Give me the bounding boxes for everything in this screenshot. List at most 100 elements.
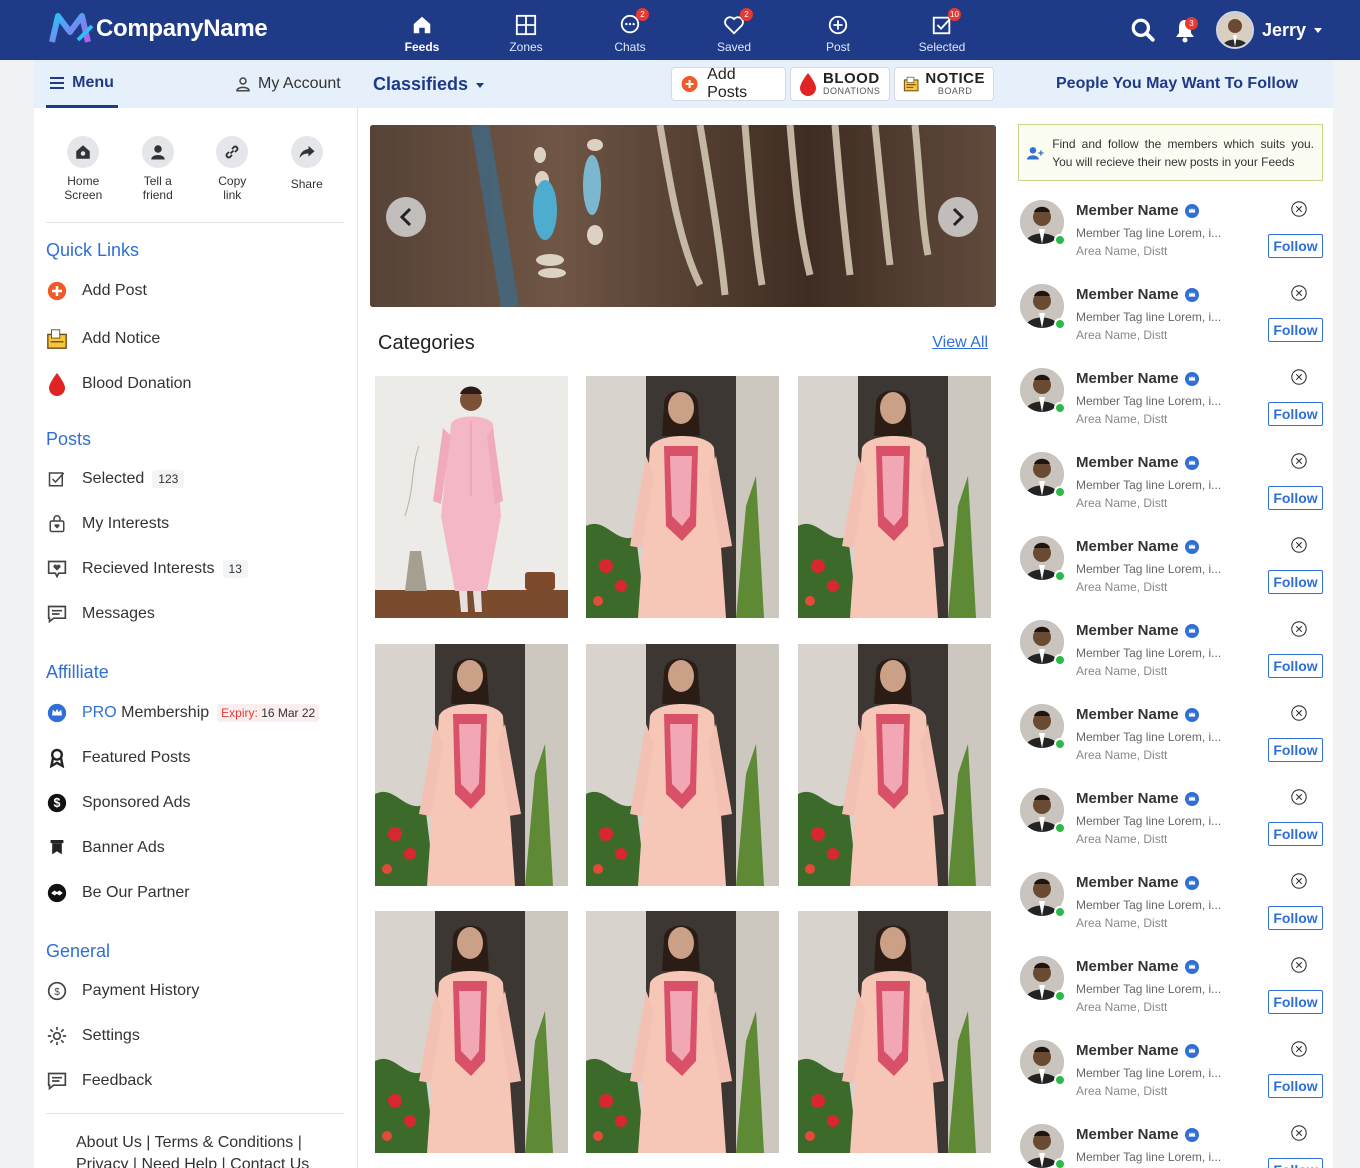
member-area: Area Name, Distt: [1076, 580, 1168, 594]
nav-post[interactable]: Post: [786, 0, 890, 60]
category-tile[interactable]: [586, 911, 779, 1153]
feedback-icon: [46, 1070, 68, 1092]
sidebar-item-blood-donation[interactable]: Blood Donation: [46, 369, 191, 399]
nav-selected[interactable]: Selected 10: [890, 0, 994, 60]
member-name[interactable]: Member Name: [1076, 286, 1199, 303]
dismiss-icon[interactable]: [1290, 536, 1308, 554]
follow-button[interactable]: Follow: [1268, 990, 1323, 1014]
dismiss-icon[interactable]: [1290, 368, 1308, 386]
nav-feeds[interactable]: Feeds: [370, 0, 474, 60]
sidebar-item-add-notice[interactable]: Add Notice: [46, 324, 160, 354]
member-name[interactable]: Member Name: [1076, 706, 1199, 723]
follow-button[interactable]: Follow: [1268, 654, 1323, 678]
sidebar-item-payment-history[interactable]: $ Payment History: [46, 976, 199, 1006]
sidebar-item-selected[interactable]: Selected 123: [46, 464, 185, 494]
member-name[interactable]: Member Name: [1076, 1126, 1199, 1143]
view-all-link[interactable]: View All: [932, 334, 988, 352]
category-tile[interactable]: [375, 376, 568, 618]
follow-button[interactable]: Follow: [1268, 402, 1323, 426]
tab-my-account[interactable]: My Account: [234, 60, 341, 108]
member-name[interactable]: Member Name: [1076, 790, 1199, 807]
message-icon: [46, 603, 68, 625]
share-tell-friend[interactable]: Tell a friend: [121, 136, 196, 202]
follow-button[interactable]: Follow: [1268, 906, 1323, 930]
sidebar-item-sponsored-ads[interactable]: $ Sponsored Ads: [46, 788, 191, 818]
sub-header: Menu My Account Classifieds Add Posts BL…: [34, 60, 1333, 108]
member-name[interactable]: Member Name: [1076, 538, 1199, 555]
member-name[interactable]: Member Name: [1076, 202, 1199, 219]
sidebar-item-be-our-partner[interactable]: Be Our Partner: [46, 878, 190, 908]
notice-board-button[interactable]: NOTICE BOARD: [894, 67, 994, 101]
dismiss-icon[interactable]: [1290, 788, 1308, 806]
nav-chats[interactable]: Chats 2: [578, 0, 682, 60]
sidebar-item-settings[interactable]: Settings: [46, 1021, 140, 1051]
category-tile[interactable]: [798, 644, 991, 886]
follow-button[interactable]: Follow: [1268, 738, 1323, 762]
member-name[interactable]: Member Name: [1076, 454, 1199, 471]
footer-line-1[interactable]: About Us | Terms & Conditions |: [76, 1132, 336, 1154]
follow-button[interactable]: Follow: [1268, 486, 1323, 510]
user-name[interactable]: Jerry: [1262, 20, 1322, 41]
sidebar-item-messages[interactable]: Messages: [46, 599, 155, 629]
category-tile[interactable]: [798, 911, 991, 1153]
dismiss-icon[interactable]: [1290, 452, 1308, 470]
carousel-prev-button[interactable]: [386, 197, 426, 237]
category-tile[interactable]: [375, 911, 568, 1153]
category-image: [798, 644, 991, 886]
member-name[interactable]: Member Name: [1076, 958, 1199, 975]
share-share[interactable]: Share: [270, 136, 345, 202]
category-tile[interactable]: [375, 644, 568, 886]
main-nav: Feeds Zones Chats 2 Saved 2 Post Selecte…: [370, 0, 994, 60]
dismiss-icon[interactable]: [1290, 200, 1308, 218]
category-tile[interactable]: [586, 644, 779, 886]
search-icon[interactable]: [1128, 15, 1158, 45]
sidebar-item-add-post[interactable]: Add Post: [46, 276, 147, 306]
dismiss-icon[interactable]: [1290, 620, 1308, 638]
sidebar-item-featured-posts[interactable]: Featured Posts: [46, 743, 191, 773]
dismiss-icon[interactable]: [1290, 1124, 1308, 1142]
footer-line-2[interactable]: Privacy | Need Help | Contact Us: [76, 1154, 336, 1168]
sidebar-item-my-interests[interactable]: My Interests: [46, 509, 169, 539]
follow-button[interactable]: Follow: [1268, 1074, 1323, 1098]
dismiss-icon[interactable]: [1290, 956, 1308, 974]
member-card: Member Name Member Tag line Lorem, i... …: [1020, 616, 1325, 690]
follow-button[interactable]: Follow: [1268, 822, 1323, 846]
follow-button[interactable]: Follow: [1268, 1158, 1323, 1168]
sidebar-item-pro-membership[interactable]: PRO Membership Expiry: 16 Mar 22: [46, 698, 320, 728]
expiry-badge: Expiry: 16 Mar 22: [217, 704, 320, 722]
category-tile[interactable]: [586, 376, 779, 618]
dismiss-icon[interactable]: [1290, 872, 1308, 890]
classifieds-dropdown[interactable]: Classifieds: [373, 74, 485, 95]
member-name[interactable]: Member Name: [1076, 1042, 1199, 1059]
follow-button[interactable]: Follow: [1268, 570, 1323, 594]
sidebar-item-feedback[interactable]: Feedback: [46, 1066, 152, 1096]
bell-icon[interactable]: 3: [1170, 15, 1200, 45]
sidebar-item-label: Payment History: [82, 982, 200, 999]
category-tile[interactable]: [798, 376, 991, 618]
member-name[interactable]: Member Name: [1076, 874, 1199, 891]
share-home-screen[interactable]: Home Screen: [46, 136, 121, 202]
nav-zones[interactable]: Zones: [474, 0, 578, 60]
add-posts-button[interactable]: Add Posts: [671, 66, 786, 101]
follow-button[interactable]: Follow: [1268, 234, 1323, 258]
member-area: Area Name, Distt: [1076, 748, 1168, 762]
user-avatar[interactable]: [1215, 11, 1254, 49]
share-copy-link[interactable]: Copy link: [195, 136, 270, 202]
dismiss-icon[interactable]: [1290, 1040, 1308, 1058]
follow-button[interactable]: Follow: [1268, 318, 1323, 342]
nav-saved[interactable]: Saved 2: [682, 0, 786, 60]
blood-donations-button[interactable]: BLOOD DONATIONS: [790, 67, 890, 101]
dismiss-icon[interactable]: [1290, 704, 1308, 722]
dismiss-icon[interactable]: [1290, 284, 1308, 302]
selected-badge: 10: [948, 8, 961, 21]
member-card: Member Name Member Tag line Lorem, i... …: [1020, 784, 1325, 858]
member-name[interactable]: Member Name: [1076, 622, 1199, 639]
banner-carousel[interactable]: [370, 125, 996, 307]
sidebar-item-banner-ads[interactable]: Banner Ads: [46, 833, 165, 863]
sidebar-item-received-interests[interactable]: Recieved Interests 13: [46, 554, 248, 584]
tab-menu[interactable]: Menu: [46, 60, 118, 108]
member-name[interactable]: Member Name: [1076, 370, 1199, 387]
company-logo[interactable]: CompanyName: [48, 12, 268, 46]
carousel-next-button[interactable]: [938, 197, 978, 237]
add-user-icon: [1027, 146, 1044, 159]
